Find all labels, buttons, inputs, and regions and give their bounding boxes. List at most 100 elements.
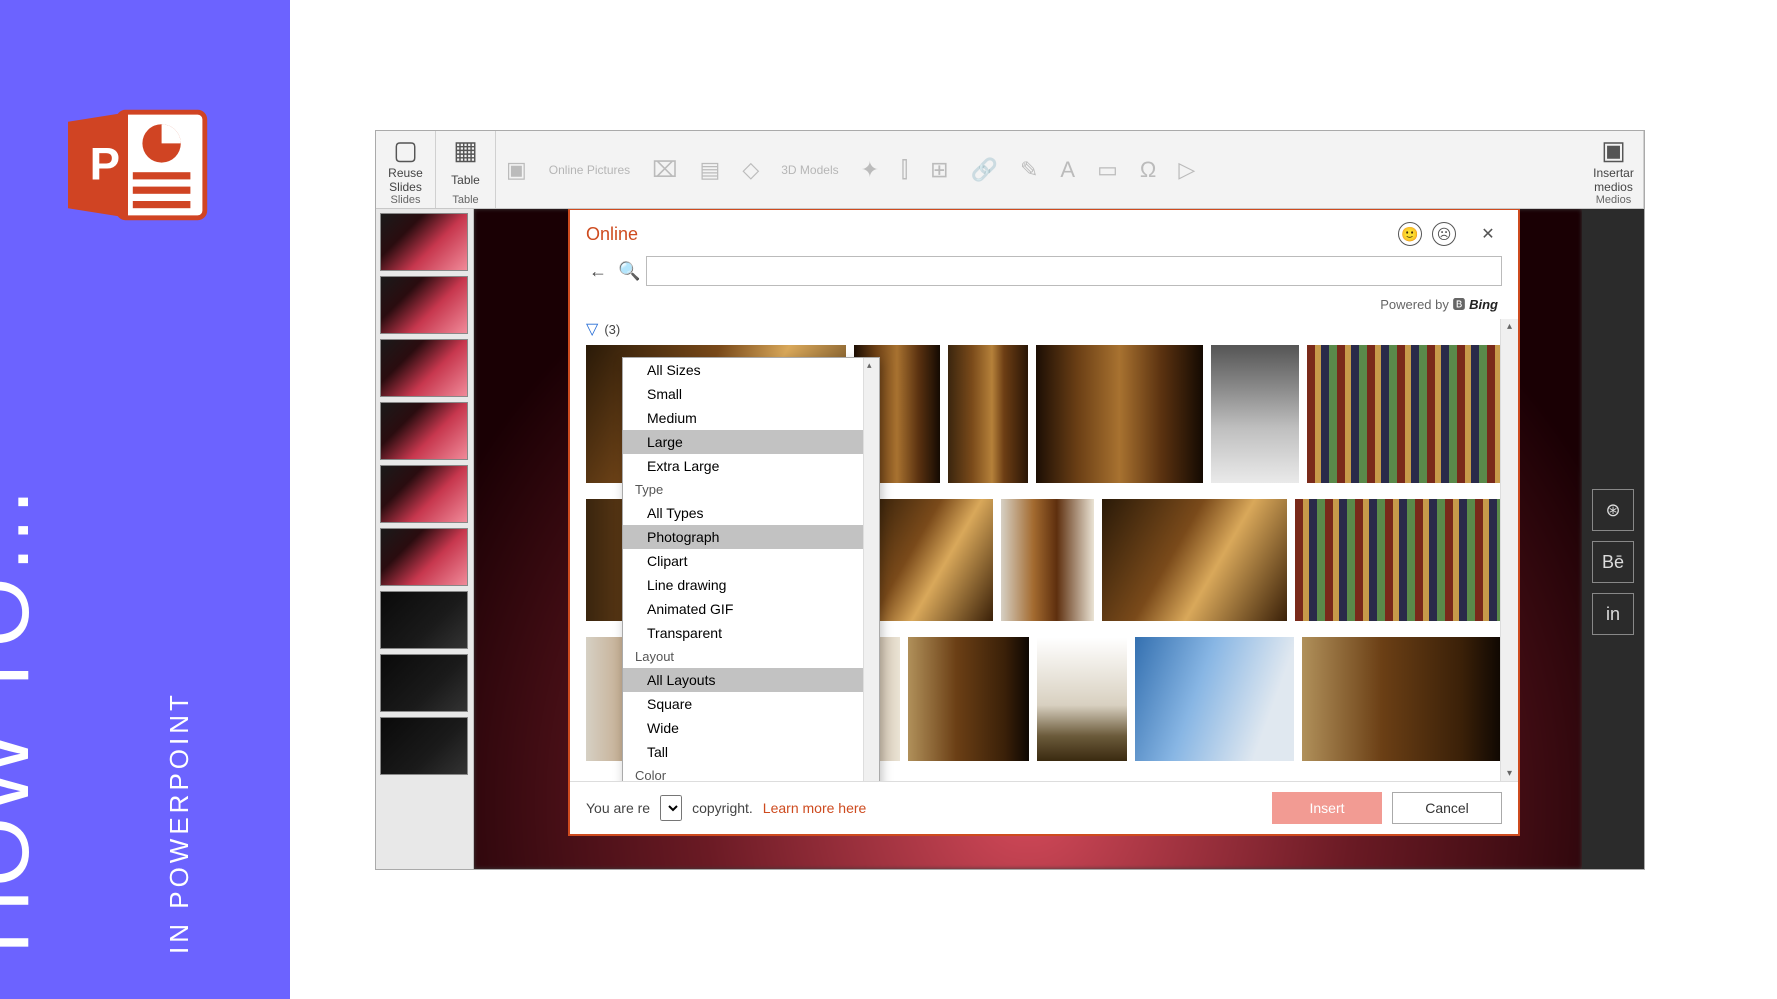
filter-header-type: Type (623, 478, 863, 501)
addins-icon[interactable]: ⊞ (930, 157, 948, 183)
photo-album-icon[interactable]: ▤ (700, 157, 721, 183)
ribbon-misc: ▣ Online Pictures ⌧ ▤ ◇ 3D Models ✦ ⫿ ⊞ … (496, 131, 1584, 208)
table-icon: ▦ (453, 135, 478, 165)
search-input[interactable] (646, 256, 1502, 286)
filter-layout-wide[interactable]: Wide (623, 716, 863, 740)
3d-models-label[interactable]: 3D Models (781, 163, 838, 177)
filter-scrollbar[interactable] (863, 358, 879, 781)
tutorial-banner: P HOW TO… IN POWERPOINT (0, 0, 290, 999)
filter-type-animated-gif[interactable]: Animated GIF (623, 597, 863, 621)
image-result[interactable] (1001, 499, 1094, 621)
powered-by-label: Powered by 🅱 Bing (570, 294, 1518, 319)
svg-text:P: P (90, 138, 120, 189)
image-result[interactable] (1302, 637, 1502, 761)
banner-title: HOW TO… (0, 483, 50, 954)
slide-thumbnail[interactable] (380, 276, 468, 334)
comment-icon[interactable]: ✎ (1020, 157, 1038, 183)
footer-text-suffix: copyright. (692, 800, 753, 816)
slide-thumbnail[interactable] (380, 591, 468, 649)
textbox-icon[interactable]: A (1060, 157, 1075, 183)
online-pictures-label[interactable]: Online Pictures (549, 163, 630, 177)
sidebar-linkedin-icon[interactable]: in (1592, 593, 1634, 635)
filter-count: (3) (604, 322, 620, 337)
sidebar-dribbble-icon[interactable]: ⊛ (1592, 489, 1634, 531)
filter-layout-square[interactable]: Square (623, 692, 863, 716)
footer-dropdown[interactable] (660, 795, 682, 821)
filter-size-extra-large[interactable]: Extra Large (623, 454, 863, 478)
results-area: ▽ (3) (570, 319, 1518, 781)
image-result[interactable] (1102, 499, 1287, 621)
results-scrollbar[interactable]: ▴ ▾ (1500, 319, 1518, 781)
filter-layout-tall[interactable]: Tall (623, 740, 863, 764)
image-result[interactable] (1211, 345, 1298, 483)
feedback-sad-icon[interactable]: ☹ (1432, 222, 1456, 246)
table-group-label: Table (452, 194, 478, 206)
feedback-happy-icon[interactable]: 🙂 (1398, 222, 1422, 246)
dialog-footer: You are re copyright. Learn more here In… (570, 781, 1518, 834)
slide-thumbnail[interactable] (380, 213, 468, 271)
filter-type-all-types[interactable]: All Types (623, 501, 863, 525)
image-result[interactable] (948, 345, 1028, 483)
ribbon: ▢ Reuse Slides Slides ▦ Table Table ▣ On… (376, 131, 1644, 209)
image-result[interactable] (908, 637, 1030, 761)
image-result[interactable] (1295, 499, 1502, 621)
search-icon: 🔍 (618, 261, 638, 282)
filter-header-color: Color (623, 764, 863, 781)
insert-button[interactable]: Insert (1272, 792, 1382, 824)
screenshot-icon[interactable]: ⌧ (652, 157, 677, 183)
filter-size-medium[interactable]: Medium (623, 406, 863, 430)
shapes-icon[interactable]: ◇ (742, 157, 759, 183)
slide-thumbnail[interactable] (380, 717, 468, 775)
close-icon[interactable]: ✕ (1474, 220, 1502, 248)
filter-size-all-sizes[interactable]: All Sizes (623, 358, 863, 382)
link-icon[interactable]: 🔗 (971, 157, 998, 183)
table-label: Table (451, 173, 480, 187)
filter-type-clipart[interactable]: Clipart (623, 549, 863, 573)
slide-thumbnail[interactable] (380, 465, 468, 523)
insert-media-icon: ▣ (1601, 135, 1626, 165)
insert-media-label: Insertar medios (1593, 166, 1634, 194)
reuse-slides-icon: ▢ (393, 135, 418, 165)
slide-thumbnail[interactable] (380, 654, 468, 712)
insert-media-group-label: Medios (1596, 194, 1631, 206)
chart-icon[interactable]: ⫿ (901, 157, 908, 183)
dialog-title: Online (586, 224, 638, 245)
image-result[interactable] (1135, 637, 1295, 761)
filter-icon[interactable]: ▽ (586, 319, 598, 339)
reuse-slides-group-label: Slides (391, 194, 421, 206)
filter-size-small[interactable]: Small (623, 382, 863, 406)
symbol-icon[interactable]: Ω (1140, 157, 1156, 183)
filter-layout-all-layouts[interactable]: All Layouts (623, 668, 863, 692)
pictures-icon[interactable]: ▣ (506, 157, 527, 183)
footer-text-prefix: You are re (586, 800, 650, 816)
powerpoint-window: ▢ Reuse Slides Slides ▦ Table Table ▣ On… (375, 130, 1645, 870)
cancel-button[interactable]: Cancel (1392, 792, 1502, 824)
filter-size-large[interactable]: Large (623, 430, 863, 454)
filter-type-line-drawing[interactable]: Line drawing (623, 573, 863, 597)
slide-thumbnail[interactable] (380, 402, 468, 460)
image-result[interactable] (1036, 345, 1203, 483)
right-sidebar: ⊛ Bē in (1582, 209, 1644, 869)
slide-thumbnail-panel[interactable] (376, 209, 474, 869)
ribbon-table[interactable]: ▦ Table Table (436, 131, 496, 208)
powerpoint-logo-icon: P (65, 105, 215, 225)
reuse-slides-label: Reuse Slides (388, 166, 423, 194)
header-footer-icon[interactable]: ▭ (1097, 157, 1118, 183)
learn-more-link[interactable]: Learn more here (763, 800, 867, 816)
scroll-up-icon[interactable]: ▴ (1507, 321, 1512, 332)
slide-thumbnail[interactable] (380, 339, 468, 397)
filter-header-layout: Layout (623, 645, 863, 668)
ribbon-reuse-slides[interactable]: ▢ Reuse Slides Slides (376, 131, 436, 208)
image-result[interactable] (1037, 637, 1126, 761)
filter-type-photograph[interactable]: Photograph (623, 525, 863, 549)
filter-type-transparent[interactable]: Transparent (623, 621, 863, 645)
video-icon[interactable]: ▷ (1178, 157, 1195, 183)
ribbon-insert-media[interactable]: ▣ Insertar medios Medios (1584, 131, 1644, 208)
slide-canvas[interactable]: Online 🙂 ☹ ✕ ← 🔍 Powered by 🅱 Bing ▽ (474, 209, 1582, 869)
back-icon[interactable]: ← (586, 259, 610, 283)
sidebar-behance-icon[interactable]: Bē (1592, 541, 1634, 583)
image-result[interactable] (1307, 345, 1502, 483)
smartart-icon[interactable]: ✦ (861, 157, 879, 183)
slide-thumbnail[interactable] (380, 528, 468, 586)
scroll-down-icon[interactable]: ▾ (1507, 768, 1512, 779)
